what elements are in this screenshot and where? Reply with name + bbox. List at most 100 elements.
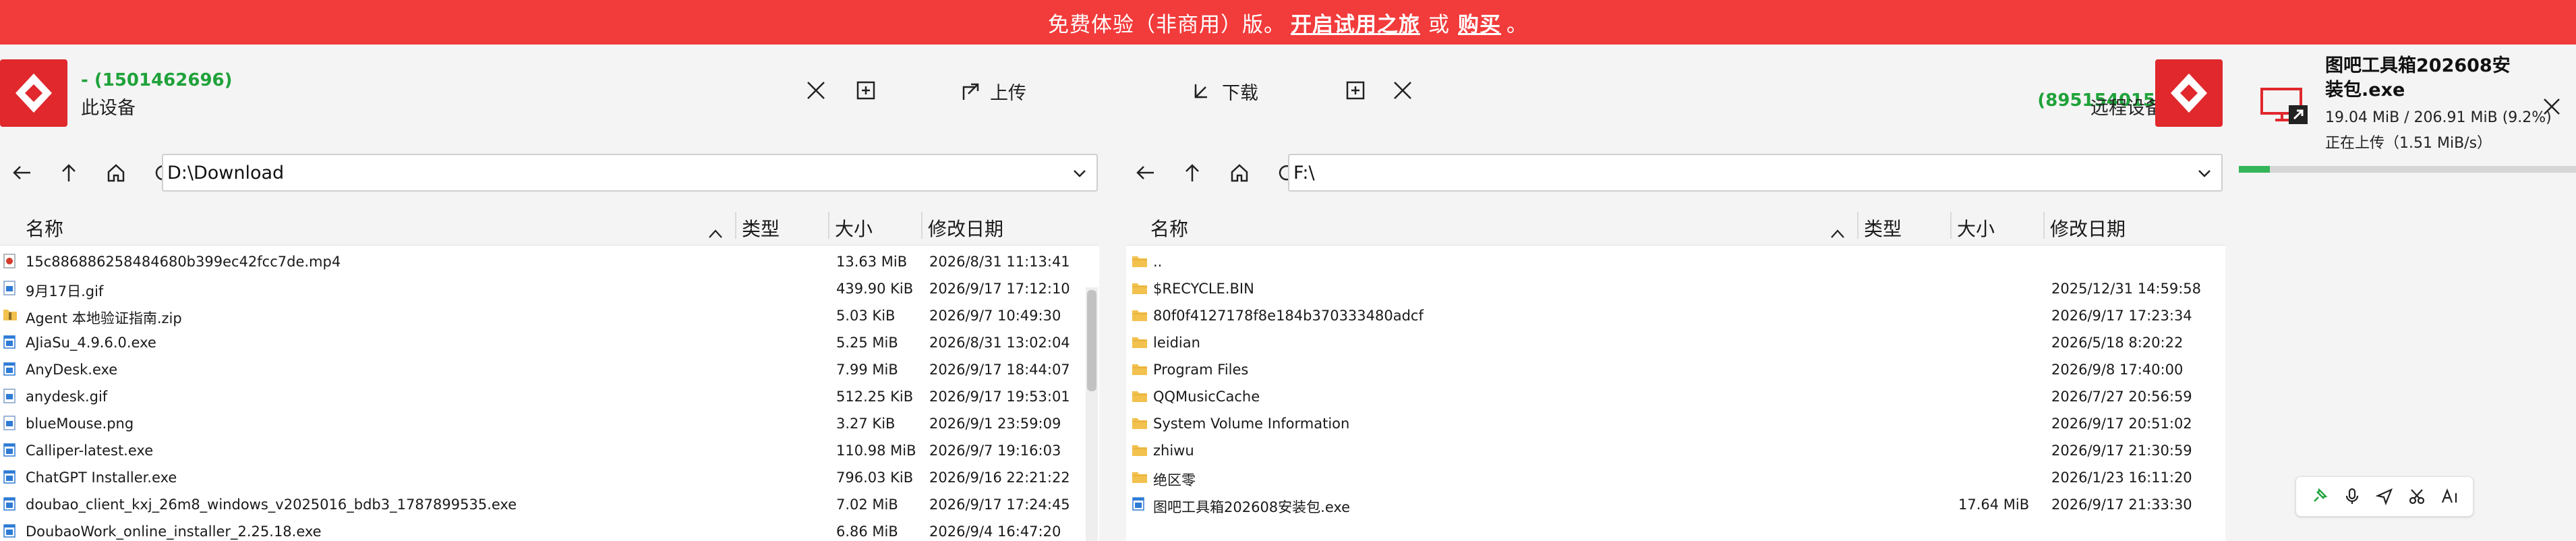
file-name: System Volume Information xyxy=(1153,416,1350,432)
transfer-progress-bar xyxy=(2239,166,2576,173)
send-icon[interactable] xyxy=(2373,485,2396,508)
column-divider[interactable] xyxy=(735,212,736,239)
pin-icon[interactable] xyxy=(2308,485,2331,508)
table-row[interactable]: .. xyxy=(1126,248,2225,275)
exe-file-icon xyxy=(3,362,16,376)
up-icon[interactable] xyxy=(1179,159,1206,186)
upload-button[interactable]: 上传 xyxy=(960,78,1026,105)
local-device-logo-icon xyxy=(0,59,67,127)
cancel-transfer-icon[interactable] xyxy=(2538,93,2565,120)
column-divider[interactable] xyxy=(828,212,829,239)
table-row[interactable]: 15c886886258484680b399ec42fcc7de.mp4 13.6… xyxy=(0,248,1099,275)
column-divider[interactable] xyxy=(2043,212,2045,239)
col-modified-header[interactable]: 修改日期 xyxy=(2050,215,2126,241)
start-trial-link[interactable]: 开启试用之旅 xyxy=(1291,7,1420,38)
table-row[interactable]: Calliper-latest.exe 110.98 MiB 2026/9/7 19… xyxy=(0,437,1099,464)
col-size-header[interactable]: 大小 xyxy=(835,215,873,241)
folder-icon xyxy=(1132,362,1147,376)
buy-link[interactable]: 购买 xyxy=(1458,7,1501,38)
local-file-list: 名称 类型 大小 修改日期 15c886886258484680b399ec42… xyxy=(0,206,1099,541)
local-path-input[interactable]: D:\Download xyxy=(162,154,1098,192)
download-button[interactable]: 下载 xyxy=(1192,78,1258,105)
ai-icon[interactable] xyxy=(2438,485,2461,508)
file-size: 6.86 MiB xyxy=(836,523,898,540)
remote-device-logo-icon xyxy=(2155,59,2223,127)
col-type-header[interactable]: 类型 xyxy=(1864,215,1902,241)
microphone-icon[interactable] xyxy=(2341,485,2364,508)
file-modified: 2025/12/31 14:59:58 xyxy=(2051,281,2202,297)
file-size: 17.64 MiB xyxy=(1958,496,2030,513)
table-row[interactable]: 绝区零 2026/1/23 16:11:20 xyxy=(1126,464,2225,491)
table-row[interactable]: Program Files 2026/9/8 17:40:00 xyxy=(1126,356,2225,383)
file-size: 5.25 MiB xyxy=(836,335,898,351)
table-row[interactable]: $RECYCLE.BIN 2025/12/31 14:59:58 xyxy=(1126,275,2225,302)
file-modified: 2026/9/4 16:47:20 xyxy=(929,523,1061,540)
column-divider[interactable] xyxy=(1950,212,1952,239)
up-icon[interactable] xyxy=(55,159,82,186)
chevron-down-icon[interactable] xyxy=(1071,165,1088,187)
file-modified: 2026/9/17 19:53:01 xyxy=(929,389,1070,405)
table-row[interactable]: AnyDesk.exe 7.99 MiB 2026/9/17 18:44:07 xyxy=(0,356,1099,383)
chevron-down-icon[interactable] xyxy=(2196,165,2213,187)
col-name-header[interactable]: 名称 xyxy=(1150,215,1188,241)
file-modified: 2026/9/17 17:24:45 xyxy=(929,496,1070,513)
local-rows: 15c886886258484680b399ec42fcc7de.mp4 13.6… xyxy=(0,248,1099,541)
file-name: leidian xyxy=(1153,335,1200,351)
table-row[interactable]: 图吧工具箱202608安装包.exe 17.64 MiB 2026/9/17 21:… xyxy=(1126,491,2225,518)
local-pane: - (1501462696) 此设备 上传 D:\Download 名称 类型 … xyxy=(0,45,1111,541)
table-row[interactable]: System Volume Information 2026/9/17 20:51… xyxy=(1126,410,2225,437)
close-session-icon[interactable] xyxy=(1388,76,1417,105)
remote-path-input[interactable]: F:\ xyxy=(1288,154,2223,192)
table-row[interactable]: QQMusicCache 2026/7/27 20:56:59 xyxy=(1126,383,2225,410)
back-icon[interactable] xyxy=(8,159,35,186)
table-row[interactable]: blueMouse.png 3.27 KiB 2026/9/1 23:59:09 xyxy=(0,410,1099,437)
table-row[interactable]: anydesk.gif 512.25 KiB 2026/9/17 19:53:01 xyxy=(0,383,1099,410)
col-size-header[interactable]: 大小 xyxy=(1957,215,1995,241)
floating-toolbar xyxy=(2295,476,2473,517)
new-folder-icon[interactable] xyxy=(851,76,881,105)
table-row[interactable]: zhiwu 2026/9/17 21:30:59 xyxy=(1126,437,2225,464)
file-name: ChatGPT Installer.exe xyxy=(26,469,177,486)
table-row[interactable]: DoubaoWork_online_installer_2.25.18.exe 6… xyxy=(0,518,1099,541)
file-modified: 2026/7/27 20:56:59 xyxy=(2051,389,2192,405)
new-folder-icon[interactable] xyxy=(1341,76,1370,105)
remote-screen-icon xyxy=(2260,85,2309,128)
file-modified: 2026/8/31 11:13:41 xyxy=(929,254,1070,270)
scrollbar-thumb[interactable] xyxy=(1087,290,1096,391)
download-label: 下载 xyxy=(1222,83,1258,104)
col-type-header[interactable]: 类型 xyxy=(742,215,780,241)
file-modified: 2026/9/7 10:49:30 xyxy=(929,308,1061,324)
back-icon[interactable] xyxy=(1132,159,1159,186)
table-row[interactable]: doubao_client_kxj_26m8_windows_v2025016_… xyxy=(0,491,1099,518)
local-scrollbar[interactable] xyxy=(1086,287,1098,541)
column-divider[interactable] xyxy=(1857,212,1858,239)
file-size: 13.63 MiB xyxy=(836,254,908,270)
banner-suffix: 。 xyxy=(1506,12,1528,37)
file-name: 80f0f4127178f8e184b370333480adcf xyxy=(1153,308,1424,324)
sort-asc-icon[interactable] xyxy=(708,221,723,244)
folder-icon xyxy=(1132,281,1147,295)
table-row[interactable]: 80f0f4127178f8e184b370333480adcf 2026/9/1… xyxy=(1126,302,2225,329)
image-file-icon xyxy=(3,281,16,295)
close-session-icon[interactable] xyxy=(801,76,831,105)
file-name: Agent 本地验证指南.zip xyxy=(26,310,182,326)
home-icon[interactable] xyxy=(103,159,129,186)
column-divider[interactable] xyxy=(921,212,923,239)
file-modified: 2026/1/23 16:11:20 xyxy=(2051,469,2192,486)
table-row[interactable]: ChatGPT Installer.exe 796.03 KiB 2026/9/16… xyxy=(0,464,1099,491)
table-row[interactable]: AJiaSu_4.9.6.0.exe 5.25 MiB 2026/8/31 13:0… xyxy=(0,329,1099,356)
home-icon[interactable] xyxy=(1226,159,1253,186)
table-row[interactable]: Agent 本地验证指南.zip 5.03 KiB 2026/9/7 10:49:3… xyxy=(0,302,1099,329)
file-name: blueMouse.png xyxy=(26,416,134,432)
file-name: anydesk.gif xyxy=(26,389,108,405)
sort-asc-icon[interactable] xyxy=(1830,221,1845,244)
file-modified: 2026/9/17 17:23:34 xyxy=(2051,308,2192,324)
scissors-icon[interactable] xyxy=(2405,485,2428,508)
exe-file-icon xyxy=(3,335,16,349)
col-modified-header[interactable]: 修改日期 xyxy=(928,215,1003,241)
table-row[interactable]: leidian 2026/5/18 8:20:22 xyxy=(1126,329,2225,356)
folder-icon xyxy=(1132,443,1147,457)
remote-path-text: F:\ xyxy=(1293,162,1315,183)
table-row[interactable]: 9月17日.gif 439.90 KiB 2026/9/17 17:12:10 xyxy=(0,275,1099,302)
col-name-header[interactable]: 名称 xyxy=(26,215,63,241)
